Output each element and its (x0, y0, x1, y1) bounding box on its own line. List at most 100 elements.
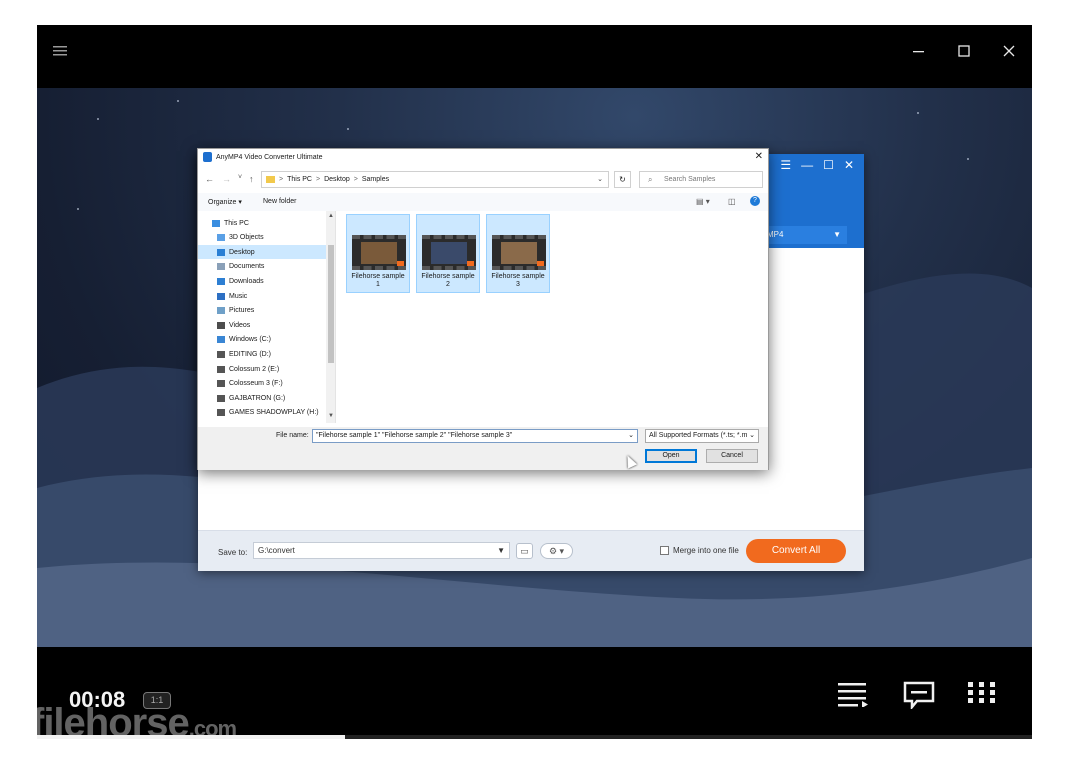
close-button[interactable] (991, 33, 1027, 69)
scrollbar-thumb[interactable] (328, 245, 334, 363)
cancel-button[interactable]: Cancel (706, 449, 758, 463)
chevron-down-icon[interactable]: ⌄ (597, 175, 603, 183)
open-folder-button[interactable]: ▭ (516, 543, 533, 559)
file-name-input[interactable]: "Filehorse sample 1" "Filehorse sample 2… (312, 429, 638, 443)
nav-item[interactable]: Downloads (198, 274, 326, 288)
back-arrow-icon[interactable]: ← (205, 174, 214, 184)
merge-checkbox[interactable]: Merge into one file (660, 546, 739, 555)
file-name-label: Filehorse sample 3 (491, 273, 545, 288)
app-menu-icon[interactable]: ☰ (780, 158, 791, 172)
thumbnail-frame (431, 242, 467, 264)
preview-pane-icon[interactable]: ◫ (728, 197, 736, 206)
nav-item[interactable]: Colosseum 3 (F:) (198, 377, 326, 391)
open-button[interactable]: Open (645, 449, 697, 463)
search-placeholder: Search Samples (664, 176, 716, 183)
scroll-up-icon[interactable]: ▲ (328, 213, 334, 219)
search-input[interactable]: ⌕ Search Samples (639, 171, 763, 188)
grid-menu-icon[interactable] (967, 681, 1003, 715)
video-frame: ☰ — ☐ ✕ MP4 ▼ Save to: G:\convert ▼ ▭ ⚙ … (37, 88, 1032, 647)
download-icon (217, 277, 225, 285)
player-controls: filehorse.com 00:08 1:1 (37, 647, 1032, 739)
refresh-icon: ↻ (619, 175, 626, 184)
progress-fill (37, 735, 346, 739)
nav-item[interactable]: Music (198, 289, 326, 303)
timecode: 00:08 (69, 687, 126, 712)
dialog-title-bar: AnyMP4 Video Converter Ultimate ✕ (198, 149, 768, 167)
help-icon[interactable]: ? (750, 196, 760, 206)
file-name-label: Filehorse sample 1 (351, 273, 405, 288)
dialog-toolbar: Organize ▾ New folder ▤ ▾ ◫ ? (198, 193, 768, 211)
navigation-pane: ▲ ▼ This PC 3D Objects Desktop Documents Dow… (198, 211, 336, 423)
nav-item-label: Pictures (229, 307, 255, 315)
open-file-dialog: AnyMP4 Video Converter Ultimate ✕ ← → ˅ … (197, 148, 769, 470)
output-format-select[interactable]: MP4 ▼ (761, 226, 847, 244)
dialog-button-row: Open Cancel (198, 445, 768, 470)
subtitles-icon[interactable] (903, 681, 939, 715)
folder-icon (266, 176, 275, 183)
nav-item[interactable]: GAJBATRON (G:) (198, 391, 326, 405)
app-minimize-icon[interactable]: — (801, 158, 813, 172)
nav-item[interactable]: GAMES SHADOWPLAY (H:) (198, 406, 326, 420)
view-options-icon[interactable]: ▤ ▾ (696, 197, 710, 206)
menu-icon[interactable] (42, 33, 78, 69)
app-footer: Save to: G:\convert ▼ ▭ ⚙ ▾ Merge into o… (198, 530, 864, 571)
nav-item[interactable]: Documents (198, 260, 326, 274)
computer-icon (212, 219, 220, 227)
address-bar[interactable]: > This PC > Desktop > Samples ⌄ (261, 171, 609, 188)
file-tile[interactable]: Filehorse sample 2 (416, 214, 480, 293)
player-top-bar (37, 25, 1032, 88)
chevron-down-icon[interactable]: ▼ (497, 546, 505, 555)
chevron-down-icon[interactable]: ⌄ (628, 431, 634, 439)
watermark-logo: filehorse.com (37, 701, 237, 739)
drive-icon (217, 350, 225, 358)
convert-all-button[interactable]: Convert All (746, 539, 846, 563)
folder-icon: ▭ (520, 546, 529, 556)
file-name-label: Filehorse sample 2 (421, 273, 475, 288)
scroll-down-icon[interactable]: ▼ (328, 413, 334, 419)
nav-item[interactable]: 3D Objects (198, 231, 326, 245)
nav-item-label: This PC (224, 219, 249, 227)
nav-item-label: Colossum 2 (E:) (229, 365, 280, 373)
file-tile[interactable]: Filehorse sample 1 (346, 214, 410, 293)
maximize-button[interactable] (946, 33, 982, 69)
recent-locations-icon[interactable]: ˅ (238, 174, 242, 181)
nav-item[interactable]: Videos (198, 318, 326, 332)
app-maximize-icon[interactable]: ☐ (823, 158, 834, 172)
mouse-cursor-icon (622, 453, 638, 469)
gear-icon: ⚙ ▾ (548, 546, 565, 556)
app-close-icon[interactable]: ✕ (844, 158, 854, 172)
new-folder-button[interactable]: New folder (263, 198, 296, 205)
file-type-select[interactable]: All Supported Formats (*.ts; *.m ⌄ (645, 429, 759, 443)
minimize-button[interactable] (901, 33, 937, 69)
organize-menu[interactable]: Organize ▾ (208, 198, 242, 206)
nav-item[interactable]: EDITING (D:) (198, 347, 326, 361)
breadcrumb-desktop[interactable]: Desktop (324, 176, 350, 183)
up-arrow-icon[interactable]: ↑ (249, 174, 254, 184)
progress-bar[interactable] (37, 735, 1032, 739)
nav-item[interactable]: Desktop (198, 245, 326, 260)
app-window-controls: ☰ — ☐ ✕ (780, 158, 854, 172)
nav-item[interactable]: Windows (C:) (198, 333, 326, 347)
file-tile[interactable]: Filehorse sample 3 (486, 214, 550, 293)
video-file-badge-icon (467, 261, 474, 266)
nav-item[interactable]: This PC (198, 216, 326, 230)
close-icon[interactable]: ✕ (755, 151, 763, 162)
save-path-field[interactable]: G:\convert ▼ (253, 542, 510, 559)
nav-scrollbar[interactable]: ▲ ▼ (326, 211, 335, 423)
breadcrumb-this-pc[interactable]: This PC (287, 176, 312, 183)
nav-item-label: Colosseum 3 (F:) (229, 380, 283, 388)
file-type-value: All Supported Formats (*.ts; *.m (649, 432, 748, 439)
refresh-button[interactable]: ↻ (614, 171, 631, 188)
forward-arrow-icon[interactable]: → (222, 174, 231, 184)
drive-icon (217, 380, 225, 388)
playlist-icon[interactable] (837, 681, 873, 715)
drive-icon (217, 394, 225, 402)
video-thumbnail (352, 235, 406, 270)
nav-item[interactable]: Pictures (198, 304, 326, 318)
nav-item-label: Downloads (229, 277, 264, 285)
playback-speed-badge[interactable]: 1:1 (143, 692, 171, 709)
checkbox-icon[interactable] (660, 546, 669, 555)
breadcrumb-samples[interactable]: Samples (362, 176, 389, 183)
settings-button[interactable]: ⚙ ▾ (540, 543, 573, 559)
nav-item[interactable]: Colossum 2 (E:) (198, 362, 326, 376)
